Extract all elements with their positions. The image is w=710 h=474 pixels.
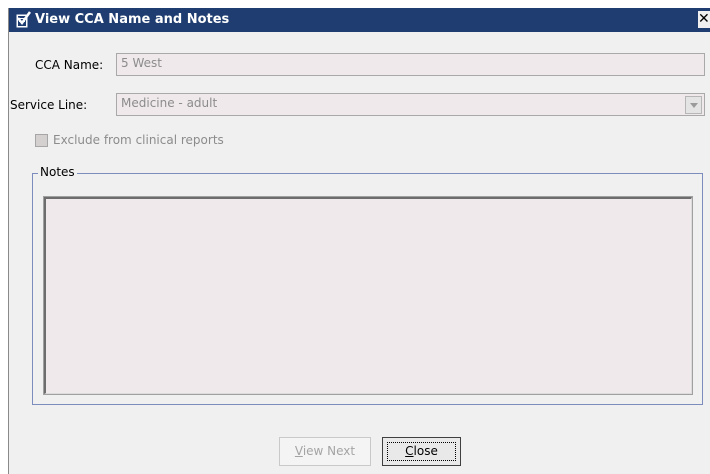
service-line-value: Medicine - adult xyxy=(121,96,218,110)
close-button[interactable]: Close xyxy=(382,437,461,466)
view-cca-dialog: View CCA Name and Notes ✕ CCA Name: 5 We… xyxy=(8,8,710,474)
close-label: lose xyxy=(413,444,438,458)
check-document-icon xyxy=(16,11,31,28)
cca-name-value: 5 West xyxy=(121,56,162,70)
view-next-mnemonic: V xyxy=(294,444,303,458)
service-line-label: Service Line: xyxy=(10,98,88,112)
cca-name-field[interactable]: 5 West xyxy=(116,53,705,76)
chevron-down-icon[interactable] xyxy=(685,96,702,114)
view-next-button[interactable]: View Next xyxy=(279,437,371,466)
cca-name-label: CCA Name: xyxy=(35,58,104,72)
title-bar[interactable]: View CCA Name and Notes ✕ xyxy=(9,8,710,32)
notes-legend: Notes xyxy=(38,165,77,179)
exclude-label: Exclude from clinical reports xyxy=(53,133,224,147)
close-window-icon[interactable]: ✕ xyxy=(698,11,710,28)
window-title: View CCA Name and Notes xyxy=(35,12,230,27)
close-mnemonic: C xyxy=(405,444,414,458)
view-next-label: iew Next xyxy=(302,444,356,458)
notes-textarea[interactable] xyxy=(43,196,693,395)
exclude-checkbox[interactable] xyxy=(35,134,48,147)
close-focus-ring: Close xyxy=(387,442,456,461)
notes-group: Notes xyxy=(32,165,703,405)
service-line-select[interactable]: Medicine - adult xyxy=(116,93,705,116)
